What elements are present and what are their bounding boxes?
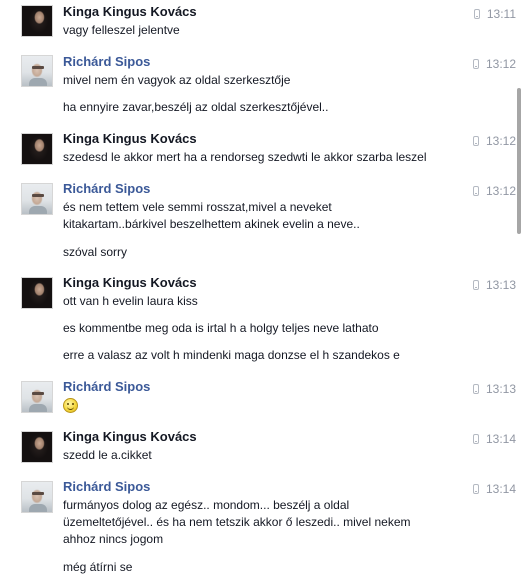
avatar[interactable] <box>21 55 53 87</box>
timestamp: 13:12 <box>456 56 516 72</box>
message-text: szedesd le akkor mert ha a rendorseg sze… <box>63 150 427 164</box>
avatar[interactable] <box>21 133 53 165</box>
author-name[interactable]: Richárd Sipos <box>63 379 150 395</box>
message-text: es kommentbe meg oda is irtal h a holgy … <box>63 321 379 335</box>
author-name[interactable]: Richárd Sipos <box>63 181 150 197</box>
avatar[interactable] <box>21 183 53 215</box>
avatar[interactable] <box>21 481 53 513</box>
avatar[interactable] <box>21 5 53 37</box>
message-text: vagy felleszel jelentve <box>63 23 180 37</box>
author-name[interactable]: Kinga Kingus Kovács <box>63 275 197 291</box>
message-text: ahhoz nincs jogom <box>63 532 164 546</box>
author-name[interactable]: Kinga Kingus Kovács <box>63 429 197 445</box>
avatar[interactable] <box>21 277 53 309</box>
mobile-phone-icon <box>473 9 480 19</box>
message-text: erre a valasz az volt h mindenki maga do… <box>63 348 400 362</box>
timestamp: 13:14 <box>456 431 516 447</box>
author-name[interactable]: Richárd Sipos <box>63 54 150 70</box>
message-text: ha ennyire zavar,beszélj az oldal szerke… <box>63 100 329 114</box>
mobile-phone-icon <box>472 280 479 290</box>
timestamp: 13:12 <box>456 133 516 149</box>
mobile-phone-icon <box>472 484 479 494</box>
message-text: ott van h evelin laura kiss <box>63 294 198 308</box>
avatar[interactable] <box>21 431 53 463</box>
message-text: még átírni se <box>63 560 133 574</box>
mobile-phone-icon <box>472 59 479 69</box>
message-text: szóval sorry <box>63 245 128 259</box>
author-name[interactable]: Kinga Kingus Kovács <box>63 131 197 147</box>
timestamp: 13:11 <box>456 6 516 22</box>
mobile-phone-icon <box>472 384 479 394</box>
conversation-thread: Kinga Kingus Kovács 13:11 vagy felleszel… <box>0 0 522 588</box>
message-text: furmányos dolog az egész.. mondom... bes… <box>63 498 350 512</box>
message-text: szedd le a.cikket <box>63 448 152 462</box>
timestamp: 13:14 <box>456 481 516 497</box>
message-text: mivel nem én vagyok az oldal szerkesztőj… <box>63 73 291 87</box>
timestamp: 13:13 <box>456 277 516 293</box>
mobile-phone-icon <box>472 434 479 444</box>
scrollbar[interactable] <box>516 0 522 588</box>
avatar[interactable] <box>21 381 53 413</box>
mobile-phone-icon <box>472 136 479 146</box>
message-text: és nem tettem vele semmi rosszat,mivel a… <box>63 200 332 214</box>
author-name[interactable]: Kinga Kingus Kovács <box>63 4 197 20</box>
author-name[interactable]: Richárd Sipos <box>63 479 150 495</box>
message-text: üzemeltetőjével.. és ha nem tetszik akko… <box>63 515 411 529</box>
scrollbar-thumb[interactable] <box>517 88 521 234</box>
smiley-emoticon-icon <box>63 398 78 413</box>
message-text: kitakartam..bárkivel beszelhettem akinek… <box>63 217 360 231</box>
mobile-phone-icon <box>472 186 479 196</box>
timestamp: 13:12 <box>456 183 516 199</box>
timestamp: 13:13 <box>456 381 516 397</box>
